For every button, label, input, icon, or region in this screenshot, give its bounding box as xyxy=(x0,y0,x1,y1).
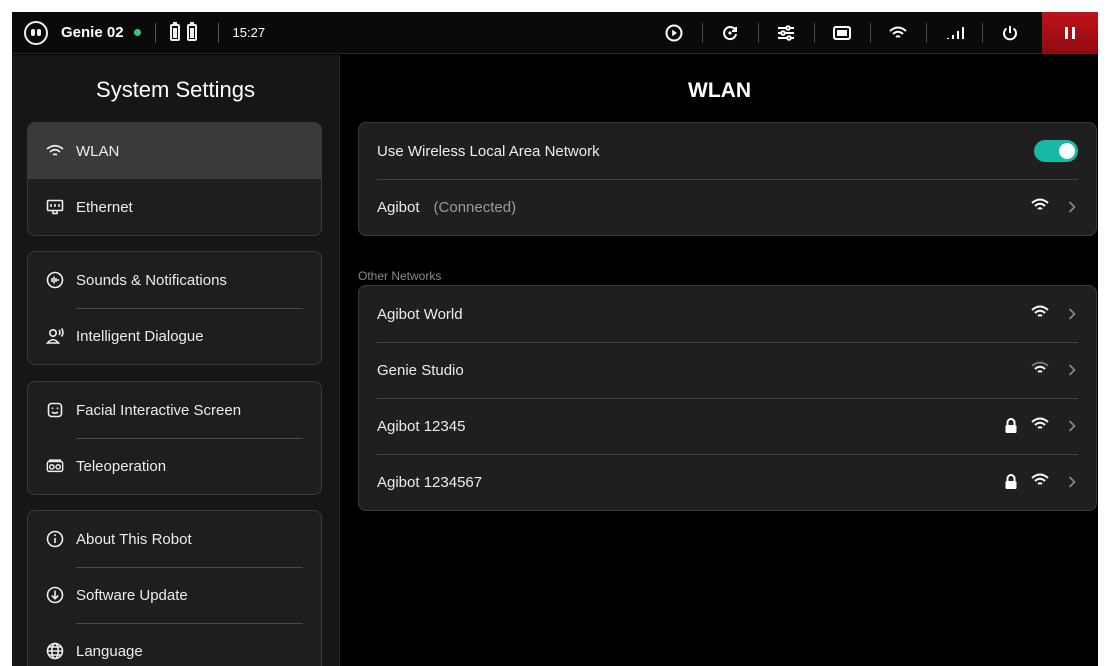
connected-network-row[interactable]: Agibot (Connected) xyxy=(359,179,1096,235)
network-name: Agibot 12345 xyxy=(377,417,466,435)
battery-icon xyxy=(186,22,197,41)
wlan-toggle-switch[interactable] xyxy=(1034,140,1078,162)
play-circle-icon[interactable] xyxy=(646,12,702,54)
sidebar-item-label: About This Robot xyxy=(76,530,192,548)
network-row[interactable]: Genie Studio xyxy=(359,342,1096,398)
signal-icon[interactable] xyxy=(926,12,982,54)
wlan-main-card: Use Wireless Local Area Network Agibot (… xyxy=(358,122,1097,236)
sidebar-group-interaction: Facial Interactive Screen Teleoperation xyxy=(27,381,322,495)
sidebar-item-label: Intelligent Dialogue xyxy=(76,327,204,345)
wifi-icon[interactable] xyxy=(870,12,926,54)
pause-icon xyxy=(1065,27,1068,39)
sidebar-item-label: WLAN xyxy=(76,142,120,160)
sidebar-item-about[interactable]: About This Robot xyxy=(28,511,321,567)
wifi-strength-icon xyxy=(1030,360,1050,380)
network-name: Genie Studio xyxy=(377,361,464,379)
online-status-dot xyxy=(133,29,141,36)
sidebar-item-label: Teleoperation xyxy=(76,457,167,475)
sidebar-item-software-update[interactable]: Software Update xyxy=(28,567,321,623)
sidebar-item-label: Sounds & Notifications xyxy=(76,271,227,289)
network-row[interactable]: Agibot 1234567 xyxy=(359,454,1096,510)
lock-icon xyxy=(1004,474,1018,490)
robot-name: Genie 02 xyxy=(61,24,124,41)
chevron-right-icon xyxy=(1068,304,1078,325)
other-networks-card: Agibot World Genie Studio Agibot 12345 A… xyxy=(358,285,1097,511)
wlan-toggle-label: Use Wireless Local Area Network xyxy=(377,142,600,160)
refresh-icon[interactable] xyxy=(702,12,758,54)
wifi-strength-icon xyxy=(1030,304,1050,324)
sidebar-item-label: Language xyxy=(76,642,143,660)
sidebar-item-label: Software Update xyxy=(76,586,188,604)
sound-icon xyxy=(46,271,64,289)
wifi-strength-icon xyxy=(1030,416,1050,436)
wlan-panel: WLAN Use Wireless Local Area Network Agi… xyxy=(341,55,1098,666)
sidebar-item-label: Ethernet xyxy=(76,198,133,216)
info-icon xyxy=(46,530,64,548)
network-name: Agibot 1234567 xyxy=(377,473,483,491)
sidebar-item-facial-screen[interactable]: Facial Interactive Screen xyxy=(28,382,321,438)
power-icon[interactable] xyxy=(982,12,1038,54)
page-title: WLAN xyxy=(688,79,751,102)
dialogue-icon xyxy=(46,327,64,345)
robot-settings-screen: Genie 02 15:27 System Settings WLAN Ethe… xyxy=(12,12,1098,666)
sliders-icon[interactable] xyxy=(758,12,814,54)
settings-sidebar: System Settings WLAN Ethernet Sounds & N… xyxy=(12,55,340,666)
wifi-strength-icon xyxy=(1030,472,1050,492)
vr-headset-icon xyxy=(46,457,64,475)
sidebar-item-ethernet[interactable]: Ethernet xyxy=(28,179,321,235)
chevron-right-icon xyxy=(1068,472,1078,493)
network-name: Agibot xyxy=(377,198,420,216)
sidebar-item-teleoperation[interactable]: Teleoperation xyxy=(28,438,321,494)
robot-face-icon xyxy=(24,20,48,45)
sidebar-group-audio: Sounds & Notifications Intelligent Dialo… xyxy=(27,251,322,365)
sidebar-item-label: Facial Interactive Screen xyxy=(76,401,242,419)
sidebar-item-sounds[interactable]: Sounds & Notifications xyxy=(28,252,321,308)
clock: 15:27 xyxy=(232,25,266,40)
wifi-icon xyxy=(46,142,64,160)
status-bar: Genie 02 15:27 xyxy=(12,12,1098,54)
chevron-right-icon xyxy=(1068,197,1078,218)
battery-icon xyxy=(169,22,180,41)
network-name: Agibot World xyxy=(377,305,463,323)
face-screen-icon xyxy=(46,401,64,419)
other-networks-label: Other Networks xyxy=(358,269,442,283)
download-icon xyxy=(46,586,64,604)
network-row[interactable]: Agibot 12345 xyxy=(359,398,1096,454)
network-row[interactable]: Agibot World xyxy=(359,286,1096,342)
wlan-toggle-row: Use Wireless Local Area Network xyxy=(359,123,1096,179)
screen-icon[interactable] xyxy=(814,12,870,54)
globe-icon xyxy=(46,642,64,660)
ethernet-icon xyxy=(46,198,64,216)
connection-status: (Connected) xyxy=(433,198,517,216)
wifi-strength-icon xyxy=(1030,197,1050,217)
chevron-right-icon xyxy=(1068,416,1078,437)
sidebar-group-system: About This Robot Software Update Languag… xyxy=(27,510,322,666)
emergency-pause-button[interactable] xyxy=(1042,12,1098,54)
sidebar-title: System Settings xyxy=(96,77,255,102)
lock-icon xyxy=(1004,418,1018,434)
chevron-right-icon xyxy=(1068,360,1078,381)
sidebar-item-dialogue[interactable]: Intelligent Dialogue xyxy=(28,308,321,364)
sidebar-item-language[interactable]: Language xyxy=(28,623,321,666)
sidebar-item-wlan[interactable]: WLAN xyxy=(28,123,321,179)
sidebar-group-network: WLAN Ethernet xyxy=(27,122,322,236)
